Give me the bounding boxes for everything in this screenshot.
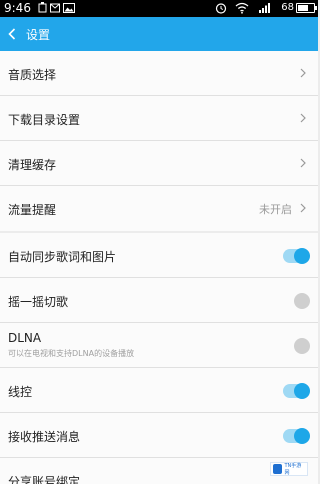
push-messages-toggle[interactable] [283,428,310,444]
auto-sync-toggle[interactable] [283,248,310,264]
title-bar: 设置 [0,17,318,51]
wire-control-toggle[interactable] [283,383,310,399]
status-time: 9:46 [4,1,31,15]
notification-icon [38,2,47,13]
wifi-icon [235,2,249,14]
image-icon [63,3,75,13]
battery-icon [296,3,317,13]
shake-toggle[interactable] [283,293,310,309]
setting-auto-sync-lyrics: 自动同步歌词和图片 [0,233,318,278]
setting-download-directory[interactable]: 下载目录设置 [0,96,318,141]
setting-wire-control: 线控 [0,368,318,413]
setting-clear-cache[interactable]: 清理缓存 [0,141,318,186]
back-arrow-icon [8,28,16,40]
battery-percent: 68 [281,2,294,13]
setting-shake-to-switch: 摇一摇切歌 [0,278,318,323]
watermark-icon [273,464,283,474]
chevron-right-icon [300,158,306,168]
setting-label: DLNA [8,331,42,345]
setting-dlna: DLNA 可以在电视和支持DLNA的设备播放 [0,323,318,368]
toggle-knob [294,293,310,309]
settings-list: 音质选择 下载目录设置 清理缓存 流量提醒 未开启 自动同步歌词和图片 摇一摇切… [0,51,318,484]
watermark-logo: TN手游网 [270,462,308,476]
setting-data-alert[interactable]: 流量提醒 未开启 [0,186,318,231]
setting-label: 音质选择 [8,68,57,82]
setting-label: 接收推送消息 [8,430,81,444]
toggle-knob [294,383,310,399]
battery-level [298,5,308,11]
page-title: 设置 [26,28,51,42]
message-icon [50,3,60,13]
chevron-right-icon [300,68,306,78]
chevron-right-icon [300,203,306,213]
setting-push-messages: 接收推送消息 [0,413,318,458]
toggle-knob [294,248,310,264]
setting-label: 自动同步歌词和图片 [8,250,117,264]
setting-label: 下载目录设置 [8,113,81,127]
setting-label: 线控 [8,385,33,399]
back-button[interactable] [0,17,24,51]
setting-audio-quality[interactable]: 音质选择 [0,51,318,96]
status-bar: 9:46 68 [0,0,318,17]
watermark-text: TN手游网 [284,463,302,476]
signal-icon [259,3,270,13]
setting-label: 分享账号绑定 [8,475,81,484]
setting-description: 可以在电视和支持DLNA的设备播放 [8,349,135,358]
alarm-icon [215,3,227,14]
setting-value: 未开启 [259,203,292,216]
toggle-knob [294,428,310,444]
chevron-right-icon [300,113,306,123]
setting-label: 流量提醒 [8,203,57,217]
dlna-toggle[interactable] [283,338,310,354]
toggle-knob [294,338,310,354]
setting-label: 清理缓存 [8,158,57,172]
setting-label: 摇一摇切歌 [8,295,69,309]
